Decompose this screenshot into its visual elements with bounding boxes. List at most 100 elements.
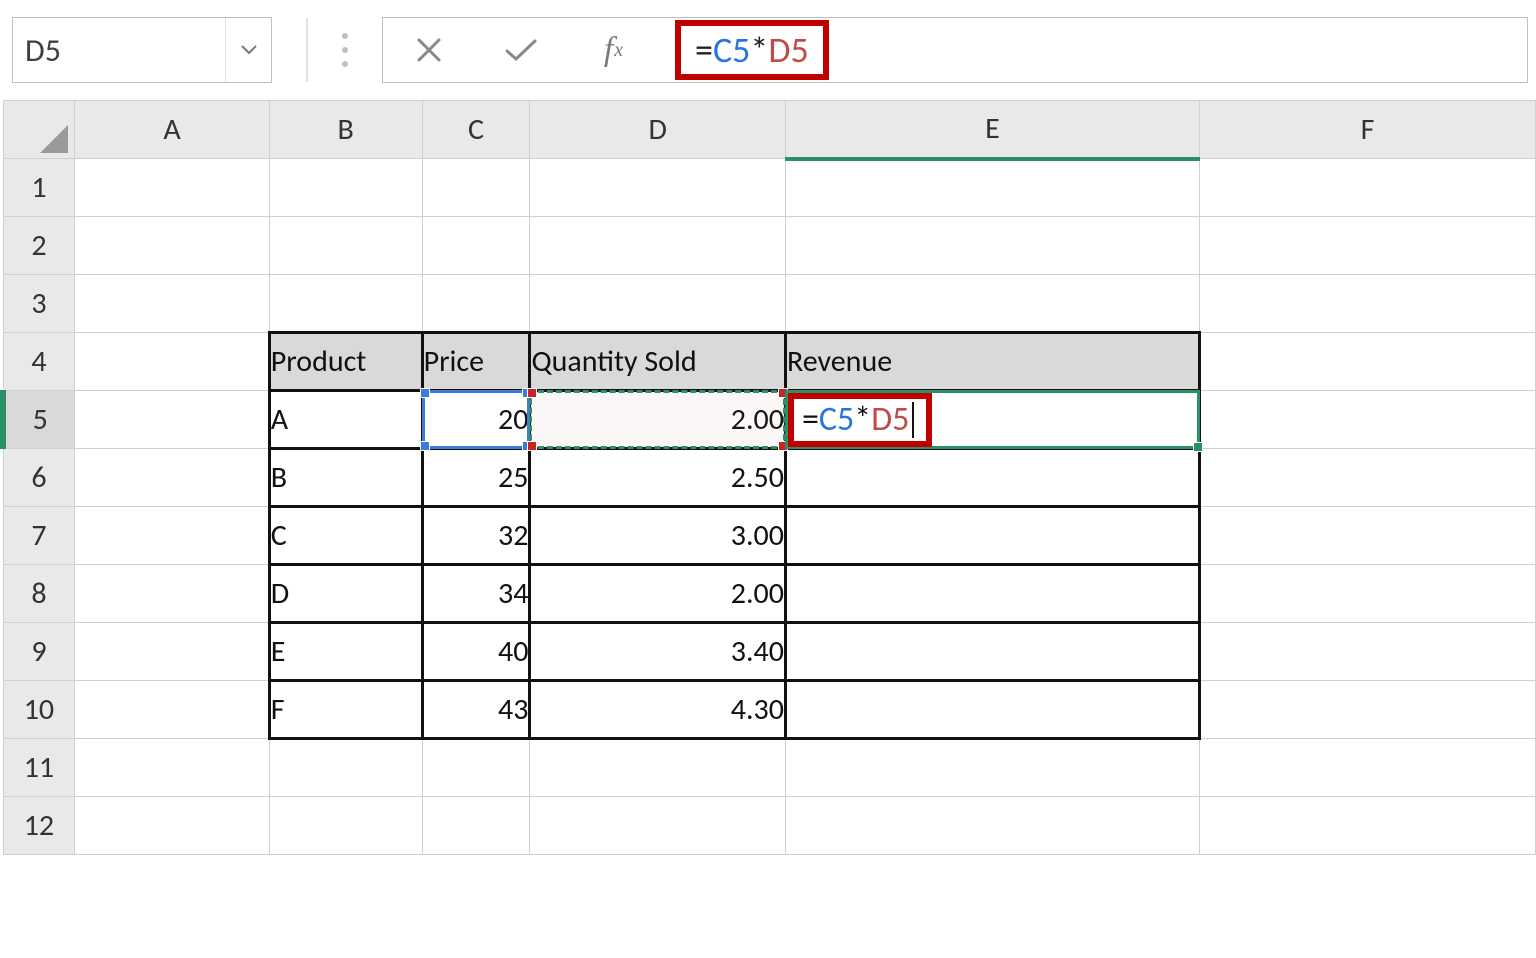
cell-C5[interactable]: 20 [422,391,530,449]
name-box-dropdown-icon[interactable] [225,18,271,82]
cell[interactable] [1199,507,1535,565]
cell[interactable] [530,217,786,275]
cell[interactable] [1199,681,1535,739]
cell[interactable] [530,159,786,217]
cell[interactable] [530,797,786,855]
cell[interactable] [269,275,422,333]
row-header-6[interactable]: 6 [3,449,75,507]
cell-D7[interactable]: 3.00 [530,507,786,565]
col-header-A[interactable]: A [75,101,269,159]
row-header-7[interactable]: 7 [3,507,75,565]
cell-E10[interactable] [785,681,1199,739]
cancel-button[interactable] [383,18,475,82]
col-header-F[interactable]: F [1199,101,1535,159]
cell-B6[interactable]: B [269,449,422,507]
cell-C8[interactable]: 34 [422,565,530,623]
cell[interactable] [1199,159,1535,217]
cell-C7[interactable]: 32 [422,507,530,565]
cell[interactable] [1199,449,1535,507]
cell-C6[interactable]: 25 [422,449,530,507]
select-all-button[interactable] [3,101,75,159]
cell[interactable] [1199,797,1535,855]
row-header-9[interactable]: 9 [3,623,75,681]
cell[interactable] [422,739,530,797]
row-header-4[interactable]: 4 [3,333,75,391]
e5-eq: = [802,403,819,437]
cell-D10[interactable]: 4.30 [530,681,786,739]
table-header-revenue[interactable]: Revenue [785,333,1199,391]
cell[interactable] [1199,217,1535,275]
cell-C10[interactable]: 43 [422,681,530,739]
cell-E7[interactable] [785,507,1199,565]
cell[interactable] [75,623,269,681]
row-header-3[interactable]: 3 [3,275,75,333]
cell[interactable] [1199,333,1535,391]
cell[interactable] [785,275,1199,333]
cell-B9[interactable]: E [269,623,422,681]
name-box[interactable]: D5 [12,17,272,83]
cell-D8[interactable]: 2.00 [530,565,786,623]
col-header-B[interactable]: B [269,101,422,159]
cell[interactable] [1199,623,1535,681]
cell[interactable] [1199,739,1535,797]
cell[interactable] [75,217,269,275]
cell[interactable] [75,391,269,449]
insert-function-button[interactable]: fx [567,18,659,82]
row-header-1[interactable]: 1 [3,159,75,217]
col-header-D[interactable]: D [530,101,786,159]
cell[interactable] [422,275,530,333]
enter-button[interactable] [475,18,567,82]
cell[interactable] [269,797,422,855]
row-header-11[interactable]: 11 [3,739,75,797]
cell[interactable] [269,739,422,797]
table-header-price[interactable]: Price [422,333,530,391]
cell[interactable] [1199,391,1535,449]
cell-B8[interactable]: D [269,565,422,623]
cell-E6[interactable] [785,449,1199,507]
cell[interactable] [75,275,269,333]
cell[interactable] [1199,565,1535,623]
cell[interactable] [422,159,530,217]
cell[interactable] [269,217,422,275]
cell[interactable] [75,449,269,507]
cell[interactable] [785,739,1199,797]
cell[interactable] [75,333,269,391]
cell[interactable] [75,507,269,565]
cell[interactable] [75,565,269,623]
row-header-10[interactable]: 10 [3,681,75,739]
row-header-5[interactable]: 5 [3,391,75,449]
cell[interactable] [75,681,269,739]
cell[interactable] [422,217,530,275]
cell-E5[interactable]: =C5*D5 [785,391,1199,449]
cell[interactable] [785,797,1199,855]
formula-input[interactable]: =C5*D5 [659,20,1527,80]
cell[interactable] [530,275,786,333]
cell-B10[interactable]: F [269,681,422,739]
table-header-product[interactable]: Product [269,333,422,391]
cell[interactable] [422,797,530,855]
cell[interactable] [75,797,269,855]
cell-D6[interactable]: 2.50 [530,449,786,507]
cell[interactable] [785,217,1199,275]
cell[interactable] [75,159,269,217]
cell-B5[interactable]: A [269,391,422,449]
table-header-qty[interactable]: Quantity Sold [530,333,786,391]
spreadsheet-grid[interactable]: A B C D E F 1 2 3 4 Product Price Quanti… [0,100,1536,855]
cell-D5[interactable]: 2.00 [530,391,786,449]
row-header-12[interactable]: 12 [3,797,75,855]
col-header-C[interactable]: C [422,101,530,159]
cell-B7[interactable]: C [269,507,422,565]
col-header-E[interactable]: E [785,101,1199,159]
cell[interactable] [75,739,269,797]
cell-C9[interactable]: 40 [422,623,530,681]
row-header-8[interactable]: 8 [3,565,75,623]
cell-D9[interactable]: 3.40 [530,623,786,681]
cell[interactable] [269,159,422,217]
cell-E8[interactable] [785,565,1199,623]
cell-E9[interactable] [785,623,1199,681]
column-header-row: A B C D E F [3,101,1536,159]
cell[interactable] [785,159,1199,217]
row-header-2[interactable]: 2 [3,217,75,275]
cell[interactable] [530,739,786,797]
cell[interactable] [1199,275,1535,333]
